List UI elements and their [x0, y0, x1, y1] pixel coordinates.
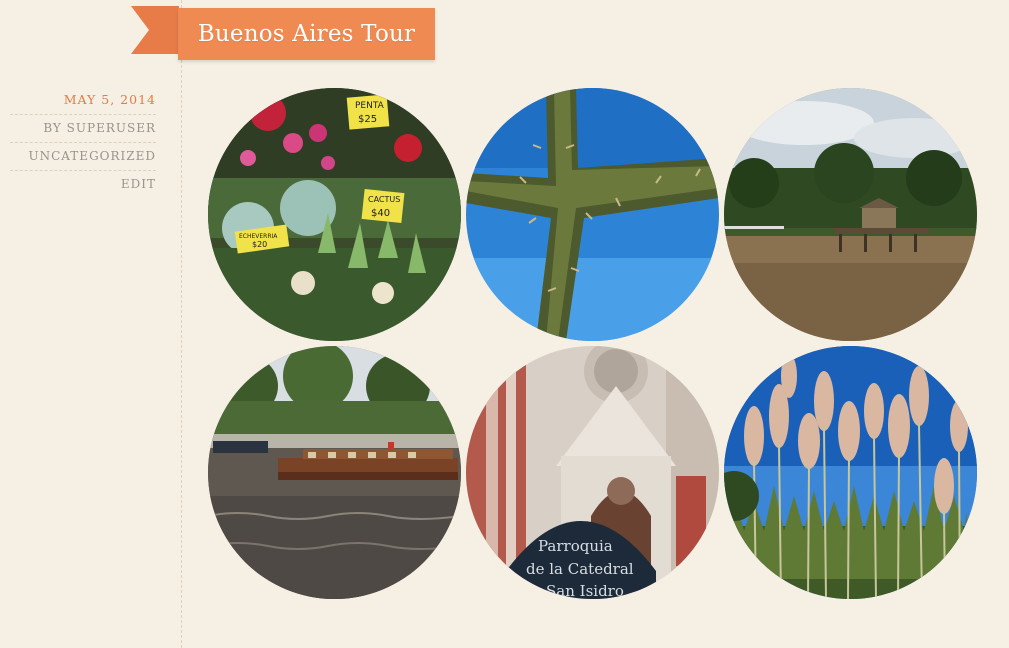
- sign-san-isidro: San Isidro: [546, 582, 624, 599]
- photo-boat: [208, 346, 461, 599]
- sign-penta-price: $25: [358, 114, 377, 125]
- sign-echeverria: ECHEVERRIA: [239, 233, 278, 240]
- gallery-item-dock[interactable]: [724, 88, 977, 341]
- photo-cactus: [466, 88, 719, 341]
- gallery-item-cactus[interactable]: [466, 88, 719, 341]
- sign-parroquia: Parroquia: [538, 537, 613, 555]
- sidebar-divider: [181, 0, 182, 648]
- photo-dock: [724, 88, 977, 341]
- photo-flowers: PENTA $25 CACTUS $40 ECHEVERRIA $20: [208, 88, 461, 341]
- sign-cactus-price: $40: [371, 208, 390, 219]
- post-author[interactable]: BY SUPERUSER: [10, 115, 156, 143]
- ribbon-tail: [131, 6, 179, 54]
- title-ribbon: Buenos Aires Tour: [178, 8, 435, 60]
- post-meta: MAY 5, 2014 BY SUPERUSER UNCATEGORIZED E…: [10, 86, 156, 198]
- photo-pampas: [724, 346, 977, 599]
- sign-cactus: CACTUS: [368, 195, 400, 204]
- sign-penta: PENTA: [355, 101, 385, 111]
- sign-catedral: de la Catedral: [526, 560, 634, 578]
- gallery-item-pampas[interactable]: [724, 346, 977, 599]
- gallery-item-boat[interactable]: [208, 346, 461, 599]
- post-date[interactable]: MAY 5, 2014: [10, 86, 156, 115]
- sign-echeverria-price: $20: [252, 240, 267, 249]
- page-title[interactable]: Buenos Aires Tour: [198, 21, 415, 47]
- edit-link[interactable]: EDIT: [10, 171, 156, 198]
- photo-cathedral: Parroquia de la Catedral San Isidro: [466, 346, 719, 599]
- post-category[interactable]: UNCATEGORIZED: [10, 143, 156, 171]
- gallery-item-flowers[interactable]: PENTA $25 CACTUS $40 ECHEVERRIA $20: [208, 88, 461, 341]
- gallery-item-cathedral[interactable]: Parroquia de la Catedral San Isidro: [466, 346, 719, 599]
